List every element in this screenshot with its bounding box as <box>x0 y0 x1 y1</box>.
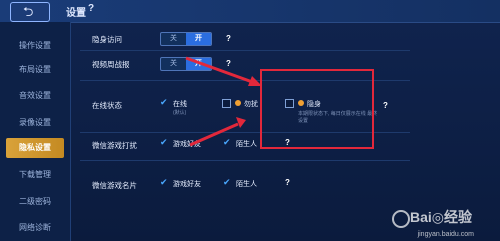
card-strangers-label[interactable]: 陌生人 <box>236 179 257 189</box>
video-report-help-icon[interactable]: ? <box>226 59 231 68</box>
sidebar-item-secondary-password[interactable]: 二级密码 <box>6 192 64 212</box>
top-bar: ⮌ 设置 ? <box>0 0 500 23</box>
sidebar-item-layout[interactable]: 布局设置 <box>6 60 64 80</box>
busy-checkbox[interactable] <box>222 99 231 108</box>
back-arrow-icon: ⮌ <box>23 4 34 19</box>
sidebar-item-replay[interactable]: 录像设置 <box>6 113 64 133</box>
sidebar: 操作设置 布局设置 音效设置 录像设置 隐私设置 下载管理 二级密码 网络诊断 <box>0 22 71 241</box>
title-help-icon[interactable]: ? <box>88 3 94 14</box>
push-friends-checkmark-icon[interactable]: ✔ <box>160 138 169 147</box>
card-friends-label[interactable]: 游戏好友 <box>173 179 201 189</box>
toggle-on-option[interactable]: 开 <box>186 33 211 45</box>
invisible-visit-label: 隐身访问 <box>92 35 122 44</box>
busy-option-label[interactable]: 勿扰 <box>244 99 258 109</box>
sidebar-item-network-diagnosis[interactable]: 网络诊断 <box>6 218 64 238</box>
divider <box>80 160 410 161</box>
online-option-sublabel: (默认) <box>173 110 187 116</box>
sidebar-item-download[interactable]: 下载管理 <box>6 165 64 185</box>
wechat-game-card-label: 微信游戏名片 <box>92 181 137 190</box>
page-title: 设置 <box>66 8 86 19</box>
video-report-toggle[interactable]: 关 开 <box>160 57 212 71</box>
toggle-on-option[interactable]: 开 <box>186 58 211 70</box>
watermark-brand: Bai◎经验 <box>409 209 472 225</box>
toggle-off-option[interactable]: 关 <box>161 58 186 70</box>
online-status-help-icon[interactable]: ? <box>383 101 388 110</box>
sidebar-item-audio[interactable]: 音效设置 <box>6 86 64 106</box>
invisible-visit-toggle[interactable]: 关 开 <box>160 32 212 46</box>
toggle-off-option[interactable]: 关 <box>161 33 186 45</box>
wechat-game-push-label: 微信游戏打扰 <box>92 141 137 150</box>
push-strangers-checkmark-icon[interactable]: ✔ <box>223 138 232 147</box>
baidu-paw-logo <box>392 210 410 228</box>
busy-status-icon <box>235 100 241 106</box>
video-report-label: 视频周战报 <box>92 60 130 69</box>
divider <box>80 50 410 51</box>
sidebar-item-operation[interactable]: 操作设置 <box>6 36 64 56</box>
sidebar-item-privacy[interactable]: 隐私设置 <box>6 138 64 158</box>
invisible-visit-help-icon[interactable]: ? <box>226 34 231 43</box>
card-friends-checkmark-icon[interactable]: ✔ <box>160 178 169 187</box>
online-checkmark-icon[interactable]: ✔ <box>160 98 169 107</box>
card-strangers-checkmark-icon[interactable]: ✔ <box>223 178 232 187</box>
push-strangers-label[interactable]: 陌生人 <box>236 139 257 149</box>
wechat-game-card-help-icon[interactable]: ? <box>285 178 290 187</box>
annotation-highlight-box <box>260 69 374 149</box>
online-option-label[interactable]: 在线 <box>173 99 187 109</box>
push-friends-label[interactable]: 游戏好友 <box>173 139 201 149</box>
online-status-label: 在线状态 <box>92 101 122 110</box>
app-window: ⮌ 设置 ? 操作设置 布局设置 音效设置 录像设置 隐私设置 下载管理 二级密… <box>0 0 500 241</box>
watermark-url: jingyan.baidu.com <box>417 231 474 238</box>
back-button[interactable]: ⮌ <box>10 2 50 22</box>
